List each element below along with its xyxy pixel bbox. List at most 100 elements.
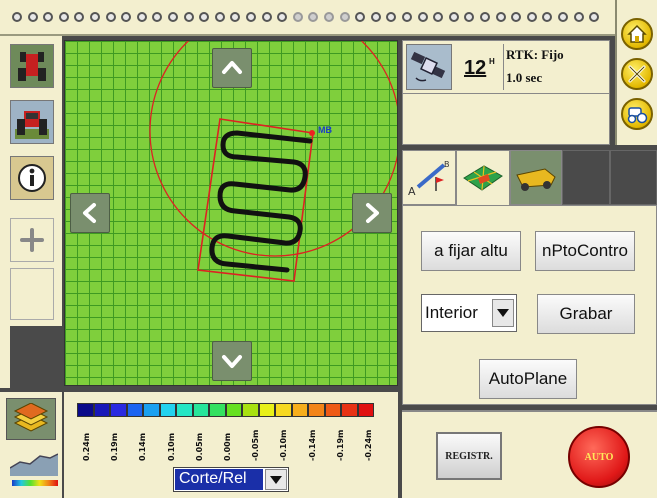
info-button[interactable]	[10, 156, 54, 200]
autoplane-button[interactable]: AutoPlane	[479, 359, 577, 399]
status-led-bar	[0, 0, 615, 36]
pan-left-button[interactable]	[70, 193, 110, 233]
status-led	[402, 12, 412, 22]
status-led	[495, 12, 506, 22]
record-controls: REGISTR. AUTO	[402, 410, 657, 498]
zoom-in-button[interactable]	[10, 218, 54, 262]
status-led	[511, 12, 522, 22]
mode-select-value: Interior	[425, 303, 478, 322]
legend-mode-select[interactable]: Corte/Rel	[173, 467, 289, 492]
legend-label: -0.10m	[279, 429, 289, 461]
coverage-overlay	[149, 41, 397, 282]
gps-status-button[interactable]	[406, 44, 452, 90]
field-map[interactable]: MB	[64, 40, 398, 386]
legend-swatch	[209, 403, 226, 417]
status-led	[448, 12, 459, 22]
status-led	[308, 12, 319, 22]
svg-text:A: A	[408, 185, 416, 198]
chevron-right-icon	[366, 203, 379, 223]
tools-button[interactable]	[621, 58, 653, 90]
surface-settings-panel: a fijar altu nPtoContro Interior Grabar …	[402, 205, 657, 405]
status-led	[105, 12, 116, 22]
svg-text:B: B	[444, 160, 450, 169]
registro-button[interactable]: REGISTR.	[436, 432, 502, 480]
status-led	[199, 12, 210, 22]
pan-down-button[interactable]	[212, 341, 252, 381]
tab-empty-1	[562, 150, 610, 205]
legend-label: 0.24m	[82, 432, 91, 461]
gps-divider	[403, 93, 609, 94]
legend-label: 0.14m	[138, 432, 148, 461]
layers-icon	[13, 403, 49, 432]
profile-view-button[interactable]	[9, 448, 59, 476]
status-led	[433, 12, 444, 22]
plus-icon	[20, 228, 44, 252]
view-rear-button[interactable]	[10, 100, 54, 144]
pan-up-button[interactable]	[212, 48, 252, 88]
legend-swatch	[159, 403, 176, 417]
auto-button[interactable]: AUTO	[568, 426, 630, 488]
status-led	[90, 12, 100, 22]
recorded-path	[209, 130, 313, 273]
satellite-superscript: H	[489, 57, 495, 66]
tab-implement[interactable]	[510, 150, 562, 205]
satellite-count-box: 12 H	[455, 44, 504, 90]
legend-mode-arrow[interactable]	[265, 469, 287, 490]
vehicle-button[interactable]	[621, 98, 653, 130]
pan-right-button[interactable]	[352, 193, 392, 233]
terrain-profile-icon	[9, 453, 59, 476]
legend-swatch	[93, 403, 110, 417]
right-icon-column	[615, 0, 657, 145]
tractor-rear-view-icon	[15, 111, 49, 139]
layers-button[interactable]	[6, 398, 56, 440]
legend-swatch	[242, 403, 259, 417]
status-led	[214, 12, 225, 22]
marker-label: MB	[318, 125, 332, 135]
legend-label: 0.00m	[223, 432, 232, 461]
legend-swatch	[192, 403, 209, 417]
mode-select[interactable]: Interior	[421, 294, 517, 332]
control-point-button[interactable]: nPtoContro	[535, 231, 635, 271]
status-led	[386, 12, 397, 22]
dropdown-arrow-icon	[497, 309, 509, 317]
status-led	[121, 12, 132, 22]
legend-swatch	[341, 403, 358, 417]
layer-controls	[0, 392, 62, 498]
tab-guidance-ab[interactable]: AB	[402, 150, 456, 205]
info-icon	[18, 164, 46, 192]
legend-label: -0.14m	[307, 429, 317, 461]
legend-label: 0.05m	[194, 432, 204, 461]
tab-surface[interactable]	[456, 150, 510, 205]
status-led	[74, 12, 85, 22]
status-led	[43, 12, 54, 22]
record-height-button[interactable]: Grabar	[537, 294, 635, 334]
home-button[interactable]	[621, 18, 653, 50]
legend-swatch	[308, 403, 325, 417]
legend-swatch	[291, 403, 308, 417]
position-marker	[309, 130, 315, 136]
fix-height-button[interactable]: a fijar altu	[421, 231, 521, 271]
legend-label: -0.24m	[364, 429, 373, 461]
legend-swatch	[225, 403, 242, 417]
chevron-left-icon	[83, 203, 96, 223]
status-led	[168, 12, 178, 22]
satellite-icon	[410, 51, 446, 82]
update-interval: 1.0 sec	[506, 70, 543, 85]
tractor-top-view-icon	[18, 52, 46, 81]
status-led	[277, 12, 288, 22]
legend-color-bar	[77, 403, 374, 417]
view-top-button[interactable]	[10, 44, 54, 88]
status-led	[542, 12, 553, 22]
legend-swatch	[143, 403, 160, 417]
status-led	[230, 12, 241, 22]
status-led	[589, 12, 600, 22]
mode-select-arrow[interactable]	[492, 299, 514, 327]
tractor-icon	[627, 107, 648, 124]
status-led	[573, 12, 584, 22]
status-led	[261, 12, 272, 22]
status-led	[292, 12, 303, 22]
left-toolbar	[0, 36, 62, 388]
status-led	[12, 12, 22, 22]
status-led	[526, 12, 537, 22]
status-led	[152, 12, 163, 22]
